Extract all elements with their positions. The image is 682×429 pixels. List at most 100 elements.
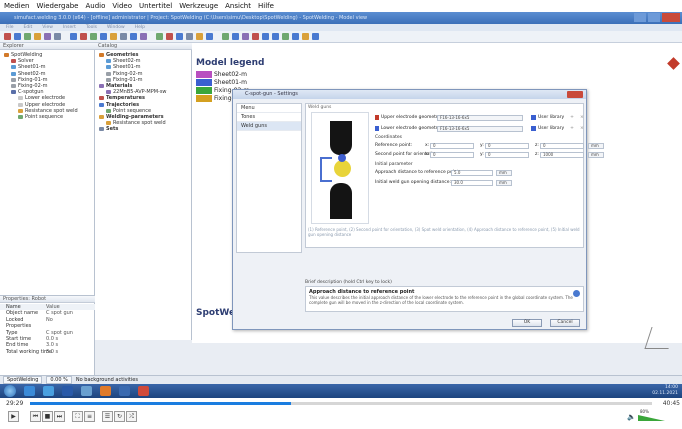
- opening-input[interactable]: 30.0: [451, 179, 493, 186]
- toolbar-tool-icon[interactable]: [120, 33, 127, 40]
- cancel-button[interactable]: Cancel: [550, 319, 580, 327]
- explorer-icon[interactable]: [43, 386, 54, 396]
- lower-user-library[interactable]: User library: [531, 126, 564, 131]
- ref-z-input[interactable]: 0: [540, 142, 584, 149]
- ribbon-item[interactable]: Help: [135, 25, 145, 30]
- ribbon-item[interactable]: File: [6, 25, 14, 30]
- toolbar-tool-icon[interactable]: [196, 33, 203, 40]
- menu-item-untertitel[interactable]: Untertitel: [139, 2, 172, 10]
- ok-button[interactable]: OK: [512, 319, 542, 327]
- navigation-cube-icon[interactable]: [667, 57, 680, 70]
- toolbar-tool-icon[interactable]: [232, 33, 239, 40]
- dialog-nav-item[interactable]: Tones: [237, 113, 301, 122]
- add-icon[interactable]: +: [570, 115, 574, 120]
- toolbar-tool-icon[interactable]: [90, 33, 97, 40]
- legend-entry[interactable]: Sheet01-m: [196, 78, 249, 86]
- sec-unit-select[interactable]: mm: [588, 151, 604, 158]
- sec-x-input[interactable]: 0: [430, 151, 474, 158]
- volume-slider[interactable]: 80%: [638, 409, 672, 421]
- status-project[interactable]: SpotWelding: [3, 376, 43, 384]
- ribbon-item[interactable]: Edit: [24, 25, 33, 30]
- legend-entry[interactable]: Sheet02-m: [196, 70, 249, 78]
- chrome-icon[interactable]: [119, 386, 130, 396]
- lower-electrode-select[interactable]: F16-13-16-6x5: [437, 125, 523, 132]
- menu-item-hilfe[interactable]: Hilfe: [258, 2, 274, 10]
- extended-settings-button[interactable]: ≡: [84, 411, 95, 422]
- video-frame[interactable]: simufact.welding 3.0.0 (x64) - [offline]…: [0, 12, 682, 398]
- toolbar-tool-icon[interactable]: [312, 33, 319, 40]
- toolbar-tool-icon[interactable]: [282, 33, 289, 40]
- toolbar-tool-icon[interactable]: [242, 33, 249, 40]
- toolbar-tool-icon[interactable]: [4, 33, 11, 40]
- stop-button[interactable]: ■: [42, 411, 53, 422]
- upper-user-library[interactable]: User library: [531, 115, 564, 120]
- media-icon[interactable]: [100, 386, 111, 396]
- next-button[interactable]: ⏭: [54, 411, 65, 422]
- seek-bar[interactable]: [30, 402, 652, 405]
- toolbar-tool-icon[interactable]: [34, 33, 41, 40]
- toolbar-tool-icon[interactable]: [156, 33, 163, 40]
- property-row[interactable]: Total working time 3.0 s: [0, 349, 95, 355]
- fullscreen-button[interactable]: ⛶: [72, 411, 83, 422]
- toolbar-tool-icon[interactable]: [54, 33, 61, 40]
- catalog-item[interactable]: Sets: [95, 126, 191, 132]
- toolbar-tool-icon[interactable]: [292, 33, 299, 40]
- ribbon-item[interactable]: Window: [107, 25, 125, 30]
- toolbar-tool-icon[interactable]: [110, 33, 117, 40]
- menu-item-video[interactable]: Video: [112, 2, 132, 10]
- speaker-icon[interactable]: 🔈: [627, 413, 636, 421]
- menu-item-ansicht[interactable]: Ansicht: [225, 2, 251, 10]
- folder-icon[interactable]: [81, 386, 92, 396]
- ref-unit-select[interactable]: mm: [588, 142, 604, 149]
- toolbar-tool-icon[interactable]: [140, 33, 147, 40]
- remove-icon[interactable]: ×: [580, 126, 584, 131]
- toolbar-tool-icon[interactable]: [272, 33, 279, 40]
- dialog-close-icon[interactable]: [567, 91, 583, 98]
- toolbar-tool-icon[interactable]: [14, 33, 21, 40]
- toolbar-tool-icon[interactable]: [80, 33, 87, 40]
- ribbon-item[interactable]: Insert: [63, 25, 76, 30]
- toolbar-tool-icon[interactable]: [100, 33, 107, 40]
- simufact-icon[interactable]: [138, 386, 149, 396]
- toolbar-tool-icon[interactable]: [70, 33, 77, 40]
- ribbon-item[interactable]: View: [42, 25, 53, 30]
- shuffle-button[interactable]: ⤮: [126, 411, 137, 422]
- ribbon-item[interactable]: Tools: [86, 25, 97, 30]
- start-button-icon[interactable]: [4, 385, 16, 397]
- dialog-nav-item[interactable]: Menu: [237, 104, 301, 113]
- menu-item-wiedergabe[interactable]: Wiedergabe: [36, 2, 78, 10]
- toolbar-tool-icon[interactable]: [222, 33, 229, 40]
- toolbar-tool-icon[interactable]: [166, 33, 173, 40]
- upper-electrode-select[interactable]: F16-13-16-6x5: [437, 114, 523, 121]
- playlist-button[interactable]: ☰: [102, 411, 113, 422]
- sec-z-input[interactable]: 1000: [540, 151, 584, 158]
- opening-unit-select[interactable]: mm: [496, 179, 512, 186]
- ie-icon[interactable]: [24, 386, 35, 396]
- menu-item-werkzeuge[interactable]: Werkzeuge: [179, 2, 218, 10]
- toolbar-tool-icon[interactable]: [24, 33, 31, 40]
- toolbar-tool-icon[interactable]: [186, 33, 193, 40]
- sec-y-input[interactable]: 0: [485, 151, 529, 158]
- play-button[interactable]: ▶: [8, 411, 19, 422]
- toolbar-tool-icon[interactable]: [262, 33, 269, 40]
- toolbar-tool-icon[interactable]: [302, 33, 309, 40]
- menu-item-audio[interactable]: Audio: [86, 2, 106, 10]
- ref-x-input[interactable]: 0: [430, 142, 474, 149]
- toolbar-tool-icon[interactable]: [130, 33, 137, 40]
- menu-item-medien[interactable]: Medien: [4, 2, 29, 10]
- approach-unit-select[interactable]: mm: [496, 169, 512, 176]
- dialog-nav-item[interactable]: Weld guns: [237, 122, 301, 131]
- app-icon[interactable]: [62, 386, 73, 396]
- previous-button[interactable]: ⏮: [30, 411, 41, 422]
- add-icon[interactable]: +: [570, 126, 574, 131]
- toolbar-tool-icon[interactable]: [206, 33, 213, 40]
- toolbar-tool-icon[interactable]: [44, 33, 51, 40]
- status-zoom[interactable]: 0.00 %: [46, 376, 72, 384]
- toolbar-tool-icon[interactable]: [176, 33, 183, 40]
- ref-y-input[interactable]: 0: [485, 142, 529, 149]
- approach-input[interactable]: 5.0: [451, 169, 493, 176]
- explorer-item[interactable]: Point sequence: [0, 114, 94, 120]
- toolbar-tool-icon[interactable]: [252, 33, 259, 40]
- loop-button[interactable]: ↻: [114, 411, 125, 422]
- remove-icon[interactable]: ×: [580, 115, 584, 120]
